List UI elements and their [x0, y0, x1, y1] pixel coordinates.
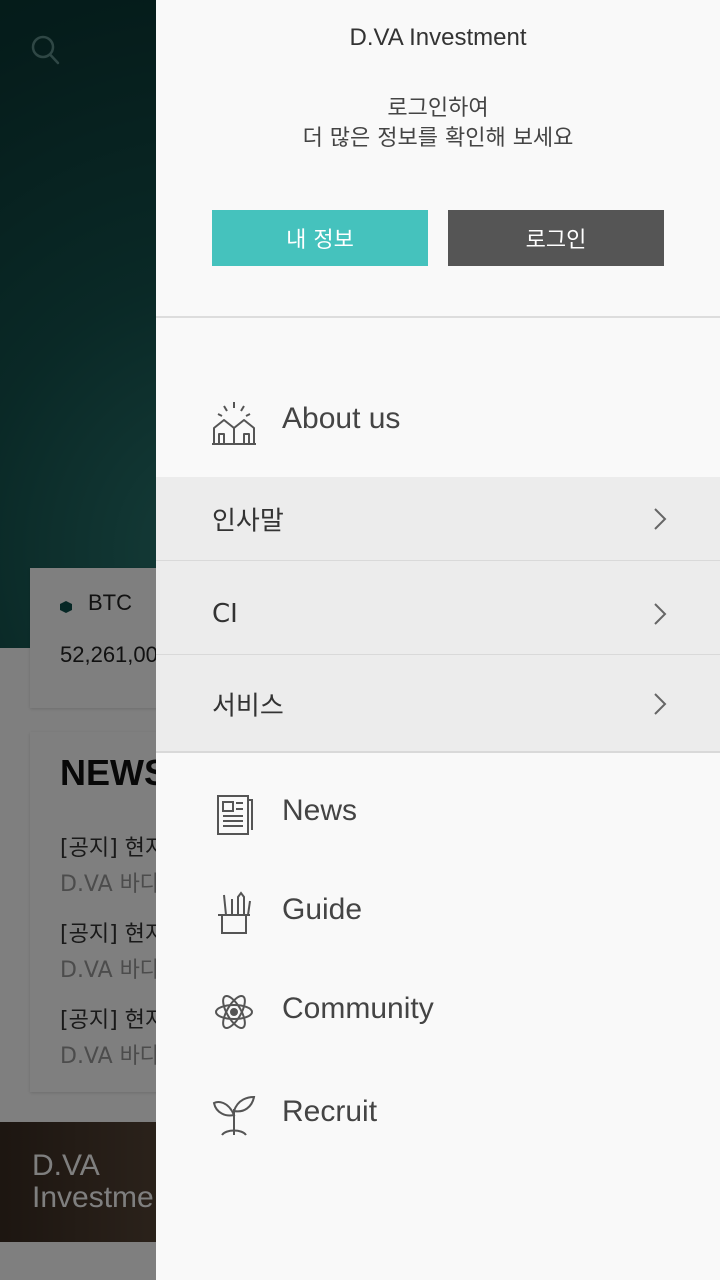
my-info-button[interactable]: 내 정보: [212, 210, 428, 266]
divider: [156, 316, 720, 318]
submenu-item-service[interactable]: 서비스: [156, 657, 720, 751]
sprout-icon: [212, 1095, 256, 1136]
submenu-item-label: CI: [212, 598, 238, 629]
navigation-drawer: D.VA Investment 로그인하여 더 많은 정보를 확인해 보세요 내…: [156, 0, 720, 1280]
menu-item-label: About us: [282, 402, 401, 435]
brand-title: D.VA Investment: [349, 24, 527, 51]
menu-item-news[interactable]: News: [156, 782, 720, 846]
newspaper-icon: [217, 795, 253, 835]
menu-item-label: News: [282, 794, 358, 827]
submenu-item-ci[interactable]: CI: [156, 573, 720, 655]
chevron-right-icon: [654, 693, 667, 715]
login-prompt: 로그인하여 더 많은 정보를 확인해 보세요: [156, 94, 720, 154]
chevron-right-icon: [654, 602, 667, 625]
menu-item-label: Guide: [282, 893, 363, 926]
menu-item-guide[interactable]: Guide: [156, 881, 720, 945]
buildings-icon: [212, 402, 256, 445]
submenu-item-greeting[interactable]: 인사말: [156, 477, 720, 561]
menu-item-label: Recruit: [282, 1095, 378, 1128]
menu-item-label: Community: [282, 992, 434, 1025]
chevron-right-icon: [654, 507, 667, 530]
login-button[interactable]: 로그인: [448, 210, 664, 266]
atom-icon: [215, 995, 253, 1029]
menu-item-about-us[interactable]: About us: [156, 390, 720, 454]
login-prompt-line: 로그인하여: [387, 96, 489, 121]
login-prompt-line: 더 많은 정보를 확인해 보세요: [302, 126, 574, 151]
submenu-item-label: 서비스: [212, 691, 284, 722]
about-submenu: 인사말 CI 서비스: [156, 477, 720, 753]
submenu-item-label: 인사말: [212, 506, 284, 536]
pencil-cup-icon: [218, 891, 251, 934]
menu-item-community[interactable]: Community: [156, 980, 720, 1044]
menu-item-recruit[interactable]: Recruit: [156, 1083, 720, 1147]
